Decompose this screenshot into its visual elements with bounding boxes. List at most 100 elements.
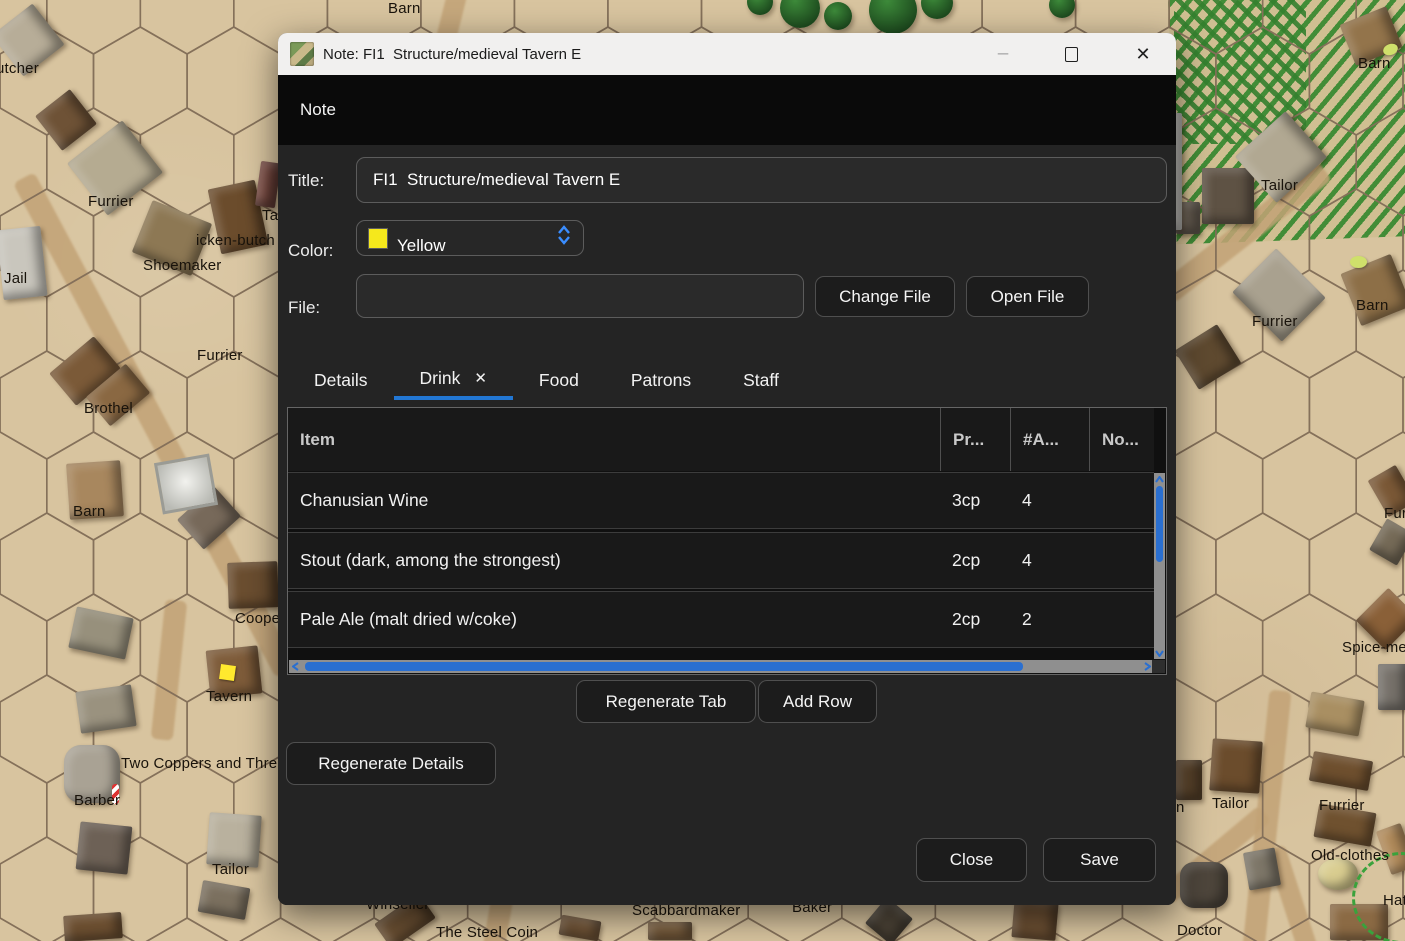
scroll-up-icon[interactable]	[1154, 473, 1165, 485]
building	[1243, 848, 1281, 891]
chevron-down-icon[interactable]	[557, 236, 571, 245]
map-label: Fur	[1384, 505, 1405, 522]
map-label: Barn	[73, 503, 106, 520]
table-row[interactable]: Stout (dark, among the strongest)2cp4	[288, 532, 1154, 589]
map-label: Furrier	[88, 193, 134, 210]
building	[0, 226, 48, 300]
building	[1202, 168, 1254, 224]
map-label: Coope	[235, 610, 280, 627]
map-label: The Steel Coin	[436, 924, 538, 941]
map-label: Furrier	[197, 347, 243, 364]
building	[227, 561, 279, 609]
color-swatch-yellow	[369, 229, 387, 248]
maximize-icon	[1065, 47, 1078, 62]
tab-drink[interactable]: Drink ✕	[394, 360, 513, 400]
regenerate-details-button[interactable]: Regenerate Details	[286, 742, 496, 785]
drink-table: Item Pr... #A... No... Chanusian Wine3cp…	[287, 407, 1167, 675]
map-label: Tailor	[1261, 177, 1298, 194]
file-label: File:	[288, 298, 320, 318]
file-input[interactable]	[356, 274, 804, 318]
map-label: n	[1176, 799, 1185, 816]
map-label: Old-clothes	[1311, 847, 1389, 864]
note-dialog: Note: FI1 Structure/medieval Tavern E – …	[278, 33, 1176, 905]
add-row-button[interactable]: Add Row	[758, 680, 877, 723]
dialog-title: Note: FI1 Structure/medieval Tavern E	[323, 46, 581, 63]
dialog-body: Title: Color: Yellow File: Change File O…	[278, 145, 1176, 905]
map-label: Shoemaker	[143, 257, 222, 274]
map-label: Barn	[1358, 55, 1391, 72]
building	[76, 821, 133, 874]
map-label: Furrier	[1252, 313, 1298, 330]
map-label: Barn	[1356, 297, 1389, 314]
title-input[interactable]	[356, 157, 1167, 203]
tab-staff[interactable]: Staff	[717, 360, 805, 400]
vertical-scroll-thumb[interactable]	[1156, 486, 1163, 562]
table-row[interactable]: Pale Ale (malt dried w/coke)2cp2	[288, 591, 1154, 648]
building	[648, 922, 692, 940]
vertical-scrollbar[interactable]	[1154, 473, 1165, 659]
building	[1176, 760, 1202, 800]
minimize-icon: –	[998, 43, 1009, 65]
note-section-header: Note	[278, 75, 1176, 145]
scrollbar-corner	[1152, 660, 1165, 673]
building	[75, 684, 136, 733]
tab-patrons[interactable]: Patrons	[605, 360, 717, 400]
note-section-title: Note	[300, 100, 336, 120]
map-label: Barn	[388, 0, 421, 17]
tab-close-icon[interactable]: ✕	[474, 369, 487, 387]
pond	[154, 454, 218, 515]
close-icon: ✕	[1135, 44, 1150, 65]
dialog-titlebar[interactable]: Note: FI1 Structure/medieval Tavern E – …	[278, 33, 1176, 75]
map-label: Tailor	[1212, 795, 1249, 812]
map-label: Doctor	[1177, 922, 1222, 939]
haystack	[1350, 256, 1367, 268]
building	[1378, 664, 1405, 710]
color-value: Yellow	[397, 221, 446, 256]
save-button[interactable]: Save	[1043, 838, 1156, 882]
column-header-note[interactable]: No...	[1089, 408, 1154, 471]
regenerate-tab-button[interactable]: Regenerate Tab	[576, 680, 756, 723]
scroll-left-icon[interactable]	[289, 660, 301, 673]
map-label: icken-butch	[196, 232, 275, 249]
yellow-note-marker[interactable]	[219, 664, 236, 681]
map-label: utcher	[0, 60, 39, 77]
map-label: Hat	[1383, 892, 1405, 909]
column-header-avail[interactable]: #A...	[1010, 408, 1089, 471]
map-label: Two Coppers and Thre	[121, 755, 277, 772]
column-header-price[interactable]: Pr...	[940, 408, 1010, 471]
map-label: Barber	[74, 792, 120, 809]
table-row[interactable]: Chanusian Wine3cp4	[288, 472, 1154, 529]
building	[1180, 862, 1228, 908]
tree	[824, 2, 852, 30]
horizontal-scroll-thumb[interactable]	[305, 662, 1023, 671]
tab-food[interactable]: Food	[513, 360, 605, 400]
building	[1209, 738, 1263, 793]
map-label: Furrier	[1319, 797, 1365, 814]
close-window-button[interactable]: ✕	[1120, 33, 1166, 75]
scroll-down-icon[interactable]	[1154, 647, 1165, 659]
map-label: Brothel	[84, 400, 133, 417]
chevron-up-icon[interactable]	[557, 225, 571, 234]
building	[63, 912, 123, 941]
map-label: Spice-me	[1342, 639, 1405, 656]
color-label: Color:	[288, 241, 333, 261]
close-button[interactable]: Close	[916, 838, 1027, 882]
open-file-button[interactable]: Open File	[966, 276, 1089, 317]
map-label: Tavern	[206, 688, 252, 705]
building	[206, 812, 262, 868]
tab-bar: Details Drink ✕ Food Patrons Staff	[288, 360, 805, 404]
map-label: Tailor	[212, 861, 249, 878]
column-header-item[interactable]: Item	[288, 408, 940, 471]
maximize-button[interactable]	[1048, 33, 1094, 75]
table-header: Item Pr... #A... No...	[288, 408, 1154, 471]
app-map-icon	[290, 42, 314, 66]
building	[1011, 899, 1058, 941]
title-label: Title:	[288, 171, 324, 191]
minimize-button[interactable]: –	[980, 33, 1026, 75]
tab-details[interactable]: Details	[288, 360, 394, 400]
color-spinner[interactable]	[557, 225, 571, 245]
change-file-button[interactable]: Change File	[815, 276, 955, 317]
horizontal-scrollbar[interactable]	[289, 660, 1153, 673]
color-select[interactable]: Yellow	[356, 220, 584, 256]
map-label: Jail	[4, 270, 27, 287]
